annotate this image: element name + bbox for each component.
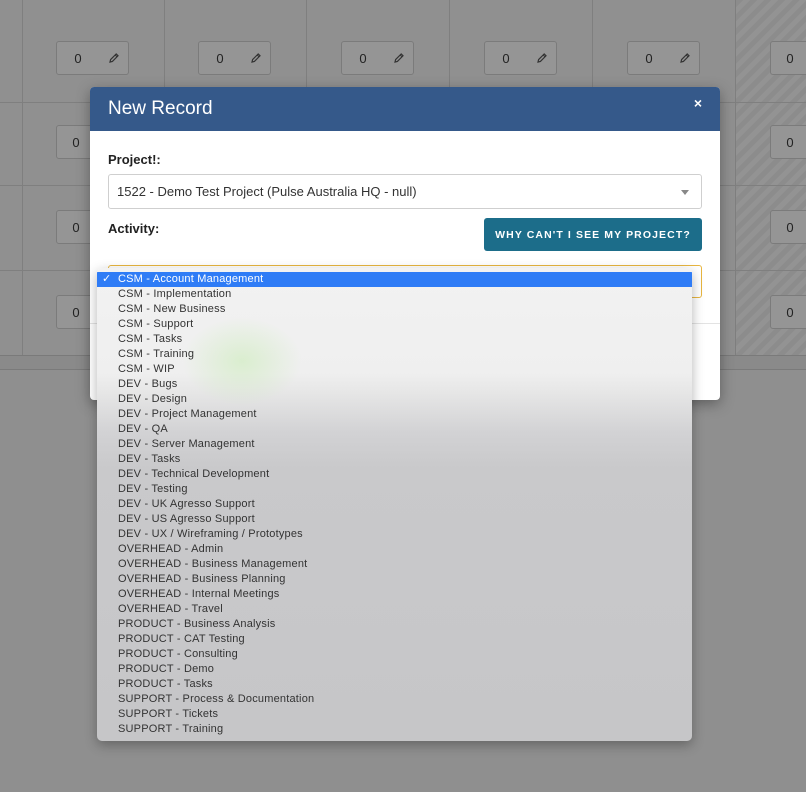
chevron-down-icon (681, 190, 689, 195)
activity-option[interactable]: DEV - US Agresso Support (97, 512, 692, 527)
activity-option-label: DEV - QA (118, 423, 168, 435)
activity-option-label: SUPPORT - Tickets (118, 708, 219, 720)
hours-cell[interactable]: 0 (56, 41, 100, 75)
hours-cell[interactable]: 0 (198, 41, 242, 75)
activity-option-label: DEV - Tasks (118, 453, 181, 465)
activity-option[interactable]: PRODUCT - Demo (97, 662, 692, 677)
hours-cell[interactable]: 0 (770, 210, 806, 244)
activity-option-label: DEV - Project Management (118, 408, 257, 420)
activity-option-label: CSM - Implementation (118, 288, 232, 300)
activity-option-label: OVERHEAD - Admin (118, 543, 224, 555)
activity-option-label: OVERHEAD - Business Planning (118, 573, 286, 585)
activity-option-label: DEV - Technical Development (118, 468, 270, 480)
activity-option[interactable]: CSM - WIP (97, 362, 692, 377)
activity-option-label: PRODUCT - Demo (118, 663, 215, 675)
activity-option[interactable]: SUPPORT - Process & Documentation (97, 692, 692, 707)
project-select[interactable]: 1522 - Demo Test Project (Pulse Australi… (108, 174, 702, 209)
activity-option[interactable]: DEV - Tasks (97, 452, 692, 467)
activity-option[interactable]: PRODUCT - Business Analysis (97, 617, 692, 632)
pencil-icon[interactable] (670, 41, 700, 75)
close-icon[interactable]: × (694, 95, 702, 111)
activity-option-label: SUPPORT - Process & Documentation (118, 693, 315, 705)
pencil-icon[interactable] (384, 41, 414, 75)
hours-cell[interactable]: 0 (627, 41, 671, 75)
activity-option[interactable]: CSM - New Business (97, 302, 692, 317)
activity-option[interactable]: DEV - Server Management (97, 437, 692, 452)
activity-option-label: CSM - WIP (118, 363, 175, 375)
activity-option[interactable]: OVERHEAD - Internal Meetings (97, 587, 692, 602)
modal-title: New Record (108, 98, 213, 119)
activity-option[interactable]: CSM - Training (97, 347, 692, 362)
activity-option[interactable]: PRODUCT - Consulting (97, 647, 692, 662)
activity-option[interactable]: DEV - Testing (97, 482, 692, 497)
activity-option[interactable]: PRODUCT - CAT Testing (97, 632, 692, 647)
activity-option-label: CSM - Training (118, 348, 195, 360)
activity-option[interactable]: DEV - Technical Development (97, 467, 692, 482)
activity-option[interactable]: DEV - UX / Wireframing / Prototypes (97, 527, 692, 542)
activity-option[interactable]: SUPPORT - Tickets (97, 707, 692, 722)
modal-header: New Record × (90, 87, 720, 131)
activity-option[interactable]: SUPPORT - Training (97, 722, 692, 737)
activity-option-label: CSM - Support (118, 318, 194, 330)
hours-cell[interactable]: 0 (341, 41, 385, 75)
activity-option[interactable]: CSM - Tasks (97, 332, 692, 347)
activity-option[interactable]: CSM - Support (97, 317, 692, 332)
activity-option[interactable]: DEV - QA (97, 422, 692, 437)
activity-option[interactable]: CSM - Implementation (97, 287, 692, 302)
hours-cell[interactable]: 0 (770, 295, 806, 329)
activity-option[interactable]: OVERHEAD - Business Planning (97, 572, 692, 587)
activity-option-label: CSM - Account Management (118, 273, 264, 285)
activity-option-label: DEV - US Agresso Support (118, 513, 255, 525)
pencil-icon[interactable] (99, 41, 129, 75)
pencil-icon[interactable] (527, 41, 557, 75)
activity-option-label: SUPPORT - Training (118, 723, 224, 735)
activity-dropdown-list: ✓ CSM - Account Management CSM - Implement… (97, 268, 692, 741)
activity-option[interactable]: OVERHEAD - Admin (97, 542, 692, 557)
activity-option-label: PRODUCT - CAT Testing (118, 633, 245, 645)
pencil-icon[interactable] (241, 41, 271, 75)
activity-option-label: DEV - Bugs (118, 378, 178, 390)
activity-option[interactable]: DEV - Bugs (97, 377, 692, 392)
activity-option-label: DEV - Testing (118, 483, 188, 495)
activity-option-label: DEV - UK Agresso Support (118, 498, 255, 510)
hours-cell[interactable]: 0 (770, 125, 806, 159)
activity-option-label: DEV - UX / Wireframing / Prototypes (118, 528, 303, 540)
hours-cell[interactable]: 0 (770, 41, 806, 75)
activity-label: Activity: (108, 221, 160, 236)
checkmark-icon: ✓ (102, 273, 112, 285)
activity-option-label: PRODUCT - Consulting (118, 648, 238, 660)
activity-option-label: CSM - New Business (118, 303, 226, 315)
activity-option[interactable]: DEV - UK Agresso Support (97, 497, 692, 512)
activity-option-label: CSM - Tasks (118, 333, 183, 345)
activity-option[interactable]: DEV - Project Management (97, 407, 692, 422)
activity-option[interactable]: OVERHEAD - Travel (97, 602, 692, 617)
activity-option-label: DEV - Server Management (118, 438, 255, 450)
project-select-value: 1522 - Demo Test Project (Pulse Australi… (117, 184, 417, 199)
hours-cell[interactable]: 0 (484, 41, 528, 75)
activity-option[interactable]: PRODUCT - Tasks (97, 677, 692, 692)
project-label: Project!: (108, 152, 161, 167)
activity-option[interactable]: ✓ CSM - Account Management (97, 272, 692, 287)
why-cant-i-see-my-project-button[interactable]: WHY CAN'T I SEE MY PROJECT? (484, 218, 702, 251)
activity-option-label: PRODUCT - Tasks (118, 678, 213, 690)
activity-option-label: OVERHEAD - Business Management (118, 558, 308, 570)
activity-option-label: OVERHEAD - Travel (118, 603, 223, 615)
activity-option[interactable]: DEV - Design (97, 392, 692, 407)
activity-option-label: DEV - Design (118, 393, 188, 405)
activity-option-label: OVERHEAD - Internal Meetings (118, 588, 280, 600)
activity-option[interactable]: OVERHEAD - Business Management (97, 557, 692, 572)
activity-option-label: PRODUCT - Business Analysis (118, 618, 276, 630)
